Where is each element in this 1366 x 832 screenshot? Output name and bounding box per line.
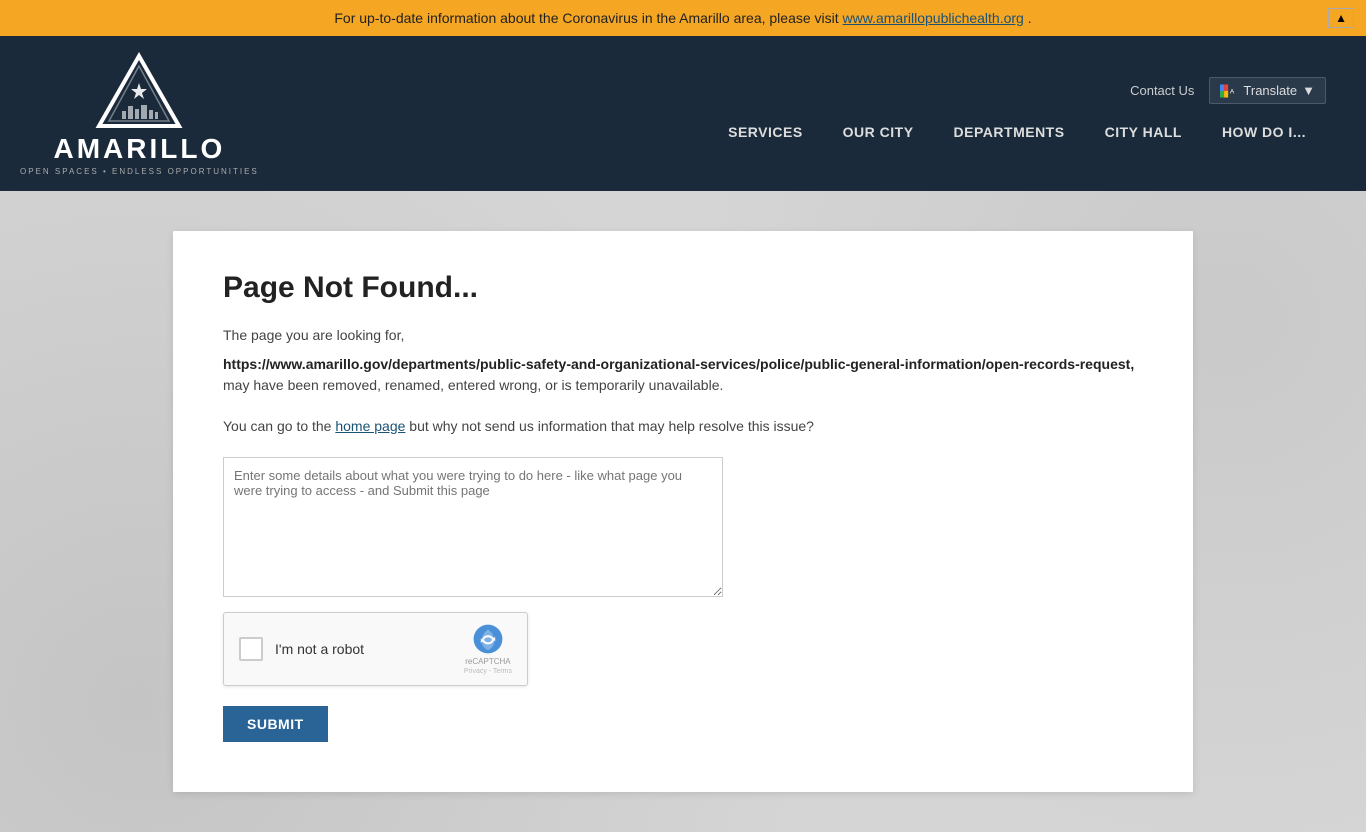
nav-how-do-i[interactable]: HOW DO I... (1202, 114, 1326, 150)
nav-departments[interactable]: DEPARTMENTS (934, 114, 1085, 150)
translate-label: Translate (1243, 83, 1297, 98)
translate-icon: A (1220, 84, 1238, 98)
submit-button[interactable]: SUBMIT (223, 706, 328, 742)
recaptcha-brand: reCAPTCHA (465, 657, 510, 666)
alert-collapse-button[interactable]: ▲ (1328, 8, 1354, 28)
alert-link[interactable]: www.amarillopublichealth.org (843, 10, 1024, 26)
svg-text:A: A (1230, 88, 1235, 95)
contact-us-link[interactable]: Contact Us (1130, 83, 1194, 98)
goto-suffix: but why not send us information that may… (405, 418, 814, 434)
error-url-text: https://www.amarillo.gov/departments/pub… (223, 356, 1130, 372)
logo-area[interactable]: AMARILLO OPEN SPACES • ENDLESS OPPORTUNI… (20, 36, 259, 191)
feedback-textarea[interactable] (223, 457, 723, 597)
translate-chevron: ▼ (1302, 83, 1315, 98)
alert-text: For up-to-date information about the Cor… (334, 10, 842, 26)
content-card: Page Not Found... The page you are looki… (173, 231, 1193, 792)
nav-services[interactable]: SERVICES (708, 114, 823, 150)
recaptcha-checkbox[interactable] (239, 637, 263, 661)
header-right: Contact Us A Translate ▼ SERVICES OUR CI… (708, 77, 1326, 150)
alert-banner: For up-to-date information about the Cor… (0, 0, 1366, 36)
recaptcha-logo-icon (472, 623, 504, 655)
recaptcha-logo-area: reCAPTCHA Privacy - Terms (464, 623, 512, 675)
goto-text: You can go to the home page but why not … (223, 416, 1143, 437)
recaptcha-terms: Privacy - Terms (464, 668, 512, 675)
main-nav: SERVICES OUR CITY DEPARTMENTS CITY HALL … (708, 114, 1326, 150)
goto-prefix: You can go to the (223, 418, 335, 434)
may-have-text: may have been removed, renamed, entered … (223, 375, 1143, 396)
alert-end: . (1028, 10, 1032, 26)
logo-tagline: OPEN SPACES • ENDLESS OPPORTUNITIES (20, 167, 259, 176)
page-title: Page Not Found... (223, 271, 1143, 305)
recaptcha-box: I'm not a robot reCAPTCHA Privacy - Term… (223, 612, 528, 686)
site-header: AMARILLO OPEN SPACES • ENDLESS OPPORTUNI… (0, 36, 1366, 191)
recaptcha-label: I'm not a robot (275, 641, 464, 657)
logo-text: AMARILLO (54, 133, 226, 165)
page-bg-inner: Page Not Found... The page you are looki… (20, 231, 1346, 792)
url-end: , (1130, 356, 1134, 372)
error-url: https://www.amarillo.gov/departments/pub… (223, 354, 1143, 375)
logo-triangle (94, 51, 184, 131)
header-utilities: Contact Us A Translate ▼ (1130, 77, 1326, 104)
nav-city-hall[interactable]: CITY HALL (1085, 114, 1202, 150)
translate-button[interactable]: A Translate ▼ (1209, 77, 1326, 104)
nav-our-city[interactable]: OUR CITY (823, 114, 934, 150)
home-page-link[interactable]: home page (335, 418, 405, 434)
page-background: Page Not Found... The page you are looki… (0, 191, 1366, 832)
intro-text: The page you are looking for, (223, 325, 1143, 346)
